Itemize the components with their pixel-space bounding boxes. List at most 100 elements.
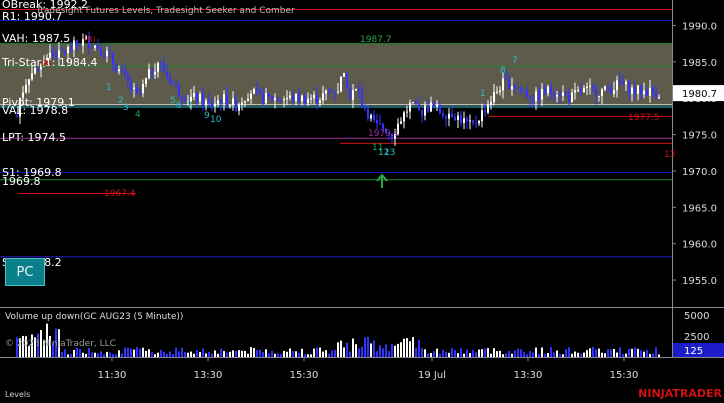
- volume-bar: [124, 347, 126, 357]
- candle-body: [316, 94, 318, 104]
- volume-bar: [157, 352, 159, 357]
- candle-body: [64, 51, 66, 54]
- candle-body: [484, 110, 486, 113]
- candle-body: [28, 79, 30, 85]
- volume-bar: [478, 349, 480, 357]
- candle-body: [127, 74, 129, 82]
- candle-body: [442, 113, 444, 117]
- candle-body: [106, 50, 108, 57]
- candle-body: [205, 100, 207, 106]
- candle-body: [472, 120, 474, 123]
- volume-bar: [85, 353, 87, 357]
- candle-body: [94, 45, 96, 48]
- candle-body: [265, 92, 267, 104]
- volume-bar: [469, 353, 471, 357]
- volume-bar: [517, 348, 519, 357]
- candle-body: [109, 50, 111, 53]
- volume-bar: [364, 337, 366, 357]
- volume-bar: [493, 348, 495, 357]
- volume-bar: [280, 353, 282, 357]
- candle-body: [544, 88, 546, 94]
- volume-bar: [322, 351, 324, 357]
- candle-body: [649, 87, 651, 96]
- volume-bar: [130, 348, 132, 357]
- level-label: VAL: 1978.8: [2, 104, 68, 117]
- candle-body: [580, 90, 582, 93]
- volume-bar: [595, 349, 597, 357]
- annotation: 1977.5: [628, 113, 660, 123]
- volume-bar: [82, 352, 84, 357]
- candle-body: [178, 85, 180, 97]
- volume-bar: [463, 353, 465, 357]
- volume-bar: [232, 350, 234, 357]
- candle-body: [496, 91, 498, 93]
- time-tick-label: 15:30: [290, 370, 319, 381]
- volume-bar: [136, 347, 138, 357]
- price-tick-label: 1985.0: [682, 58, 717, 69]
- volume-bar: [181, 347, 183, 357]
- volume-bar: [118, 350, 120, 357]
- volume-bar: [61, 352, 63, 357]
- volume-bar: [613, 348, 615, 357]
- volume-tick-label: 5000: [684, 311, 709, 322]
- candle-body: [523, 90, 525, 92]
- volume-bar: [418, 339, 420, 357]
- volume-bar: [505, 353, 507, 357]
- candle-body: [166, 71, 168, 76]
- volume-bar: [553, 352, 555, 357]
- volume-bar: [277, 353, 279, 357]
- volume-bar: [283, 350, 285, 357]
- volume-bar: [217, 353, 219, 357]
- candle-body: [322, 93, 324, 101]
- price-chart[interactable]: 1234567910111213178 1990.01985.01980.019…: [0, 0, 724, 403]
- volume-bar: [616, 352, 618, 357]
- volume-bar: [457, 353, 459, 357]
- candle-body: [172, 83, 174, 85]
- candle-body: [52, 52, 54, 56]
- candle-body: [283, 99, 285, 101]
- candle-body: [139, 92, 141, 94]
- volume-bar: [601, 352, 603, 357]
- volume-bar: [151, 352, 153, 357]
- volume-bar: [376, 351, 378, 357]
- candle-body: [421, 110, 423, 116]
- candle-body: [418, 104, 420, 111]
- volume-bar: [535, 347, 537, 357]
- candle-body: [475, 122, 477, 124]
- candle-body: [589, 85, 591, 87]
- volume-bar: [121, 353, 123, 357]
- volume-bar: [319, 347, 321, 357]
- candle-body: [175, 83, 177, 86]
- candle-body: [646, 90, 648, 96]
- candle-body: [373, 115, 375, 121]
- volume-bar: [574, 351, 576, 357]
- volume-bar: [271, 350, 273, 357]
- seeker-label: 7: [512, 56, 518, 66]
- volume-bar: [481, 349, 483, 357]
- volume-bar: [67, 354, 69, 357]
- candle-body: [607, 86, 609, 90]
- candle-body: [229, 105, 231, 107]
- volume-bar: [220, 348, 222, 357]
- candle-body: [583, 88, 585, 93]
- volume-bar: [88, 348, 90, 357]
- volume-bar: [448, 352, 450, 357]
- pc-button[interactable]: PC: [5, 258, 45, 286]
- candle-body: [460, 115, 462, 123]
- candle-body: [469, 120, 471, 122]
- candle-body: [613, 90, 615, 94]
- candle-body: [547, 86, 549, 94]
- volume-bar: [556, 350, 558, 357]
- candle-body: [457, 115, 459, 120]
- volume-bar: [352, 338, 354, 357]
- candle-body: [550, 86, 552, 93]
- candle-body: [559, 95, 561, 97]
- volume-bar: [76, 347, 78, 357]
- volume-bar: [268, 353, 270, 357]
- volume-bar: [427, 353, 429, 357]
- volume-bar: [526, 354, 528, 357]
- volume-bar: [397, 343, 399, 357]
- candle-body: [652, 87, 654, 93]
- volume-bar: [358, 348, 360, 357]
- volume-bar: [508, 350, 510, 357]
